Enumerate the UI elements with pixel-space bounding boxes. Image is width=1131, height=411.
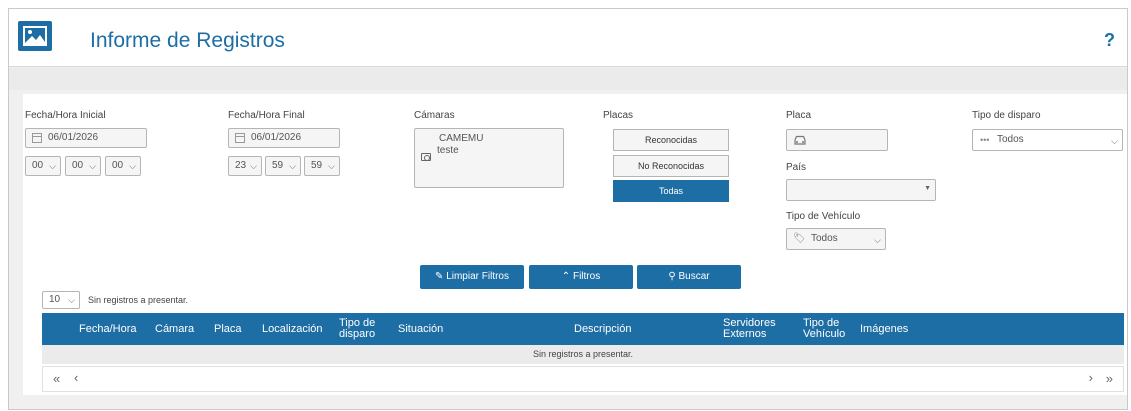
chevron-down-icon: ⌵	[129, 161, 136, 171]
col-servidores-externos[interactable]: Servidores Externos	[723, 313, 783, 345]
cameras-label: Cámaras	[414, 110, 455, 121]
start-date-label: Fecha/Hora Inicial	[25, 110, 106, 121]
col-tipo-disparo[interactable]: Tipo de disparo	[339, 313, 383, 345]
table-info: Sin registros a presentar.	[88, 295, 189, 305]
plates-all-button[interactable]: Todas	[613, 180, 729, 202]
camera-item[interactable]: teste	[437, 145, 563, 157]
caret-down-icon: ▼	[924, 185, 931, 192]
col-imagenes[interactable]: Imágenes	[860, 313, 908, 345]
end-hour-select[interactable]: 23 ⌵	[228, 156, 262, 176]
table-header: Fecha/Hora Cámara Placa Localización Tip…	[42, 313, 1124, 345]
pagination: « ‹ › »	[42, 366, 1124, 392]
chevron-down-icon: ⌵	[49, 161, 56, 171]
last-page-icon[interactable]: »	[1106, 371, 1113, 386]
chevron-down-icon: ⌵	[68, 295, 75, 305]
end-date-input[interactable]: 06/01/2026	[228, 128, 340, 148]
search-label: Buscar	[678, 271, 710, 282]
app-window: Informe de Registros ? Fecha/Hora Inicia…	[8, 8, 1128, 410]
vehicle-type-value: Todos	[811, 233, 838, 244]
page-title: Informe de Registros	[90, 29, 285, 52]
chevron-down-icon: ⌵	[1111, 136, 1118, 146]
col-fecha-hora[interactable]: Fecha/Hora	[79, 313, 136, 345]
chevron-up-icon: ⌃	[561, 271, 573, 282]
col-tipo-vehiculo[interactable]: Tipo de Vehículo	[803, 313, 853, 345]
filters-panel: Fecha/Hora Inicial 06/01/2026 00 ⌵ 00 ⌵ 00…	[23, 94, 1127, 395]
start-second-value: 00	[112, 160, 124, 171]
cameras-list[interactable]: CAMEMU teste	[414, 128, 564, 188]
trigger-type-select[interactable]: ••• Todos ⌵	[972, 129, 1123, 151]
calendar-icon	[32, 133, 42, 143]
clear-filters-button[interactable]: ✎ Limpiar Filtros	[420, 265, 524, 289]
col-situacion[interactable]: Situación	[398, 313, 443, 345]
start-hour-value: 00	[32, 160, 44, 171]
header-divider	[9, 68, 1127, 90]
col-camara[interactable]: Cámara	[155, 313, 194, 345]
start-minute-select[interactable]: 00 ⌵	[65, 156, 101, 176]
trigger-type-value: Todos	[997, 134, 1024, 145]
chevron-down-icon: ⌵	[874, 235, 881, 245]
toggle-filters-button[interactable]: ⌃ Filtros	[529, 265, 633, 289]
trigger-type-label: Tipo de disparo	[972, 110, 1041, 121]
end-minute-value: 59	[272, 160, 284, 171]
eraser-icon: ✎	[435, 271, 447, 282]
clear-filters-label: Limpiar Filtros	[446, 271, 509, 282]
start-hour-select[interactable]: 00 ⌵	[25, 156, 61, 176]
country-label: País	[786, 162, 807, 173]
start-second-select[interactable]: 00 ⌵	[105, 156, 141, 176]
table-empty-row: Sin registros a presentar.	[42, 345, 1124, 364]
camera-icon	[421, 153, 431, 161]
start-minute-value: 00	[72, 160, 84, 171]
search-icon: ⚲	[668, 271, 679, 282]
col-descripcion[interactable]: Descripción	[574, 313, 631, 345]
start-date-value: 06/01/2026	[48, 132, 99, 143]
camera-item[interactable]: CAMEMU	[437, 133, 563, 145]
toggle-filters-label: Filtros	[572, 271, 601, 282]
help-icon[interactable]: ?	[1104, 30, 1115, 51]
search-button[interactable]: ⚲ Buscar	[637, 265, 741, 289]
vehicle-type-label: Tipo de Vehículo	[786, 211, 861, 222]
start-date-input[interactable]: 06/01/2026	[25, 128, 147, 148]
plates-label: Placas	[603, 110, 634, 121]
tag-icon: 🏷	[793, 233, 806, 244]
plate-label: Placa	[786, 110, 812, 121]
chevron-down-icon: ⌵	[250, 161, 257, 171]
col-localizacion[interactable]: Localización	[262, 313, 323, 345]
col-placa[interactable]: Placa	[214, 313, 242, 345]
car-icon	[794, 135, 806, 145]
end-second-select[interactable]: 59 ⌵	[304, 156, 340, 176]
page-header: Informe de Registros ?	[9, 9, 1127, 67]
image-icon	[18, 21, 52, 51]
end-hour-value: 23	[235, 160, 247, 171]
page-size-value: 10	[49, 294, 61, 305]
plate-input[interactable]	[786, 129, 888, 151]
first-page-icon[interactable]: «	[53, 371, 60, 386]
end-minute-select[interactable]: 59 ⌵	[265, 156, 301, 176]
end-second-value: 59	[311, 160, 323, 171]
next-page-icon[interactable]: ›	[1089, 370, 1093, 385]
chevron-down-icon: ⌵	[89, 161, 96, 171]
end-date-label: Fecha/Hora Final	[228, 110, 305, 121]
plates-recognized-button[interactable]: Reconocidas	[613, 129, 729, 151]
dots-icon: •••	[980, 135, 990, 145]
plates-unrecognized-button[interactable]: No Reconocidas	[613, 155, 729, 177]
vehicle-type-select[interactable]: 🏷 Todos ⌵	[786, 228, 886, 250]
chevron-down-icon: ⌵	[328, 161, 335, 171]
country-select[interactable]: ▼	[786, 179, 936, 201]
end-date-value: 06/01/2026	[251, 132, 302, 143]
prev-page-icon[interactable]: ‹	[74, 370, 78, 385]
page-size-select[interactable]: 10 ⌵	[42, 291, 80, 309]
chevron-down-icon: ⌵	[289, 161, 296, 171]
calendar-icon	[235, 133, 245, 143]
